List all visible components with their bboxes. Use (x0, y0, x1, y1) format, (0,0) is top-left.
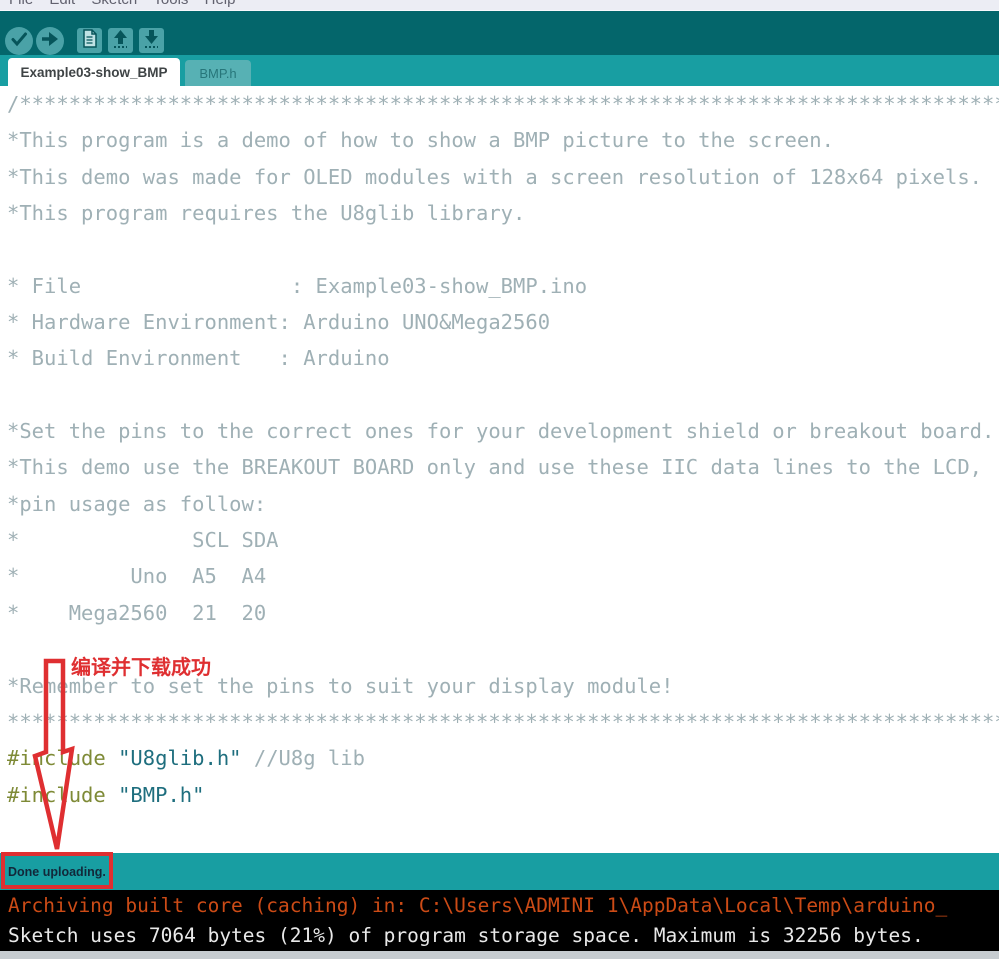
console-line: Sketch uses 7064 bytes (21%) of program … (8, 921, 999, 951)
tab-label: Example03-show_BMP (20, 65, 167, 80)
code-line: * Build Environment : Arduino (7, 340, 999, 376)
code-line: #include "U8glib.h" //U8g lib (7, 740, 999, 776)
tab-strip: Example03-show_BMP BMP.h (0, 55, 999, 86)
verify-button[interactable] (5, 27, 33, 55)
code-line: * File : Example03-show_BMP.ino (7, 268, 999, 304)
code-line: /***************************************… (7, 86, 999, 122)
code-line (7, 231, 999, 267)
tab-example03-show-bmp[interactable]: Example03-show_BMP (8, 58, 180, 86)
menu-file[interactable]: File (3, 0, 39, 8)
code-line: *This demo was made for OLED modules wit… (7, 159, 999, 195)
tab-label: BMP.h (199, 66, 236, 81)
code-line: *This program is a demo of how to show a… (7, 122, 999, 158)
code-editor[interactable]: /***************************************… (0, 86, 999, 853)
status-message: Done uploading. (8, 865, 106, 879)
arduino-ide-window: File Edit Sketch Tools Help (0, 0, 999, 959)
menu-edit[interactable]: Edit (43, 0, 81, 8)
code-line (7, 377, 999, 413)
code-line: *pin usage as follow: (7, 486, 999, 522)
menu-tools[interactable]: Tools (147, 0, 194, 8)
document-icon (77, 26, 102, 56)
code-line (7, 813, 999, 849)
code-line: * Mega2560 21 20 (7, 595, 999, 631)
tab-bmp-h[interactable]: BMP.h (185, 60, 251, 86)
code-line: ****************************************… (7, 704, 999, 740)
console-output: Archiving built core (caching) in: C:\Us… (0, 890, 999, 951)
code-line: * Hardware Environment: Arduino UNO&Mega… (7, 304, 999, 340)
status-bar: Done uploading. (0, 853, 999, 890)
arrow-down-icon (139, 26, 164, 56)
code-line: *Remember to set the pins to suit your d… (7, 668, 999, 704)
new-sketch-button[interactable] (77, 28, 102, 53)
arrow-up-icon (108, 26, 133, 56)
code-line (7, 631, 999, 667)
save-sketch-button[interactable] (139, 28, 164, 53)
check-icon (5, 25, 33, 58)
window-bottom-edge (0, 951, 999, 959)
menu-sketch[interactable]: Sketch (85, 0, 143, 8)
code-line: * SCL SDA (7, 522, 999, 558)
arrow-right-icon (36, 25, 64, 58)
code-line: *Set the pins to the correct ones for yo… (7, 413, 999, 449)
code-line: * Uno A5 A4 (7, 558, 999, 594)
code-line: *This program requires the U8glib librar… (7, 195, 999, 231)
menu-bar: File Edit Sketch Tools Help (0, 0, 999, 11)
menu-help[interactable]: Help (199, 0, 242, 8)
code-lines: /***************************************… (7, 86, 999, 849)
upload-button[interactable] (36, 27, 64, 55)
code-line: #include "BMP.h" (7, 777, 999, 813)
open-sketch-button[interactable] (108, 28, 133, 53)
toolbar (0, 11, 999, 55)
code-line: *This demo use the BREAKOUT BOARD only a… (7, 449, 999, 485)
console-line: Archiving built core (caching) in: C:\Us… (8, 891, 999, 921)
